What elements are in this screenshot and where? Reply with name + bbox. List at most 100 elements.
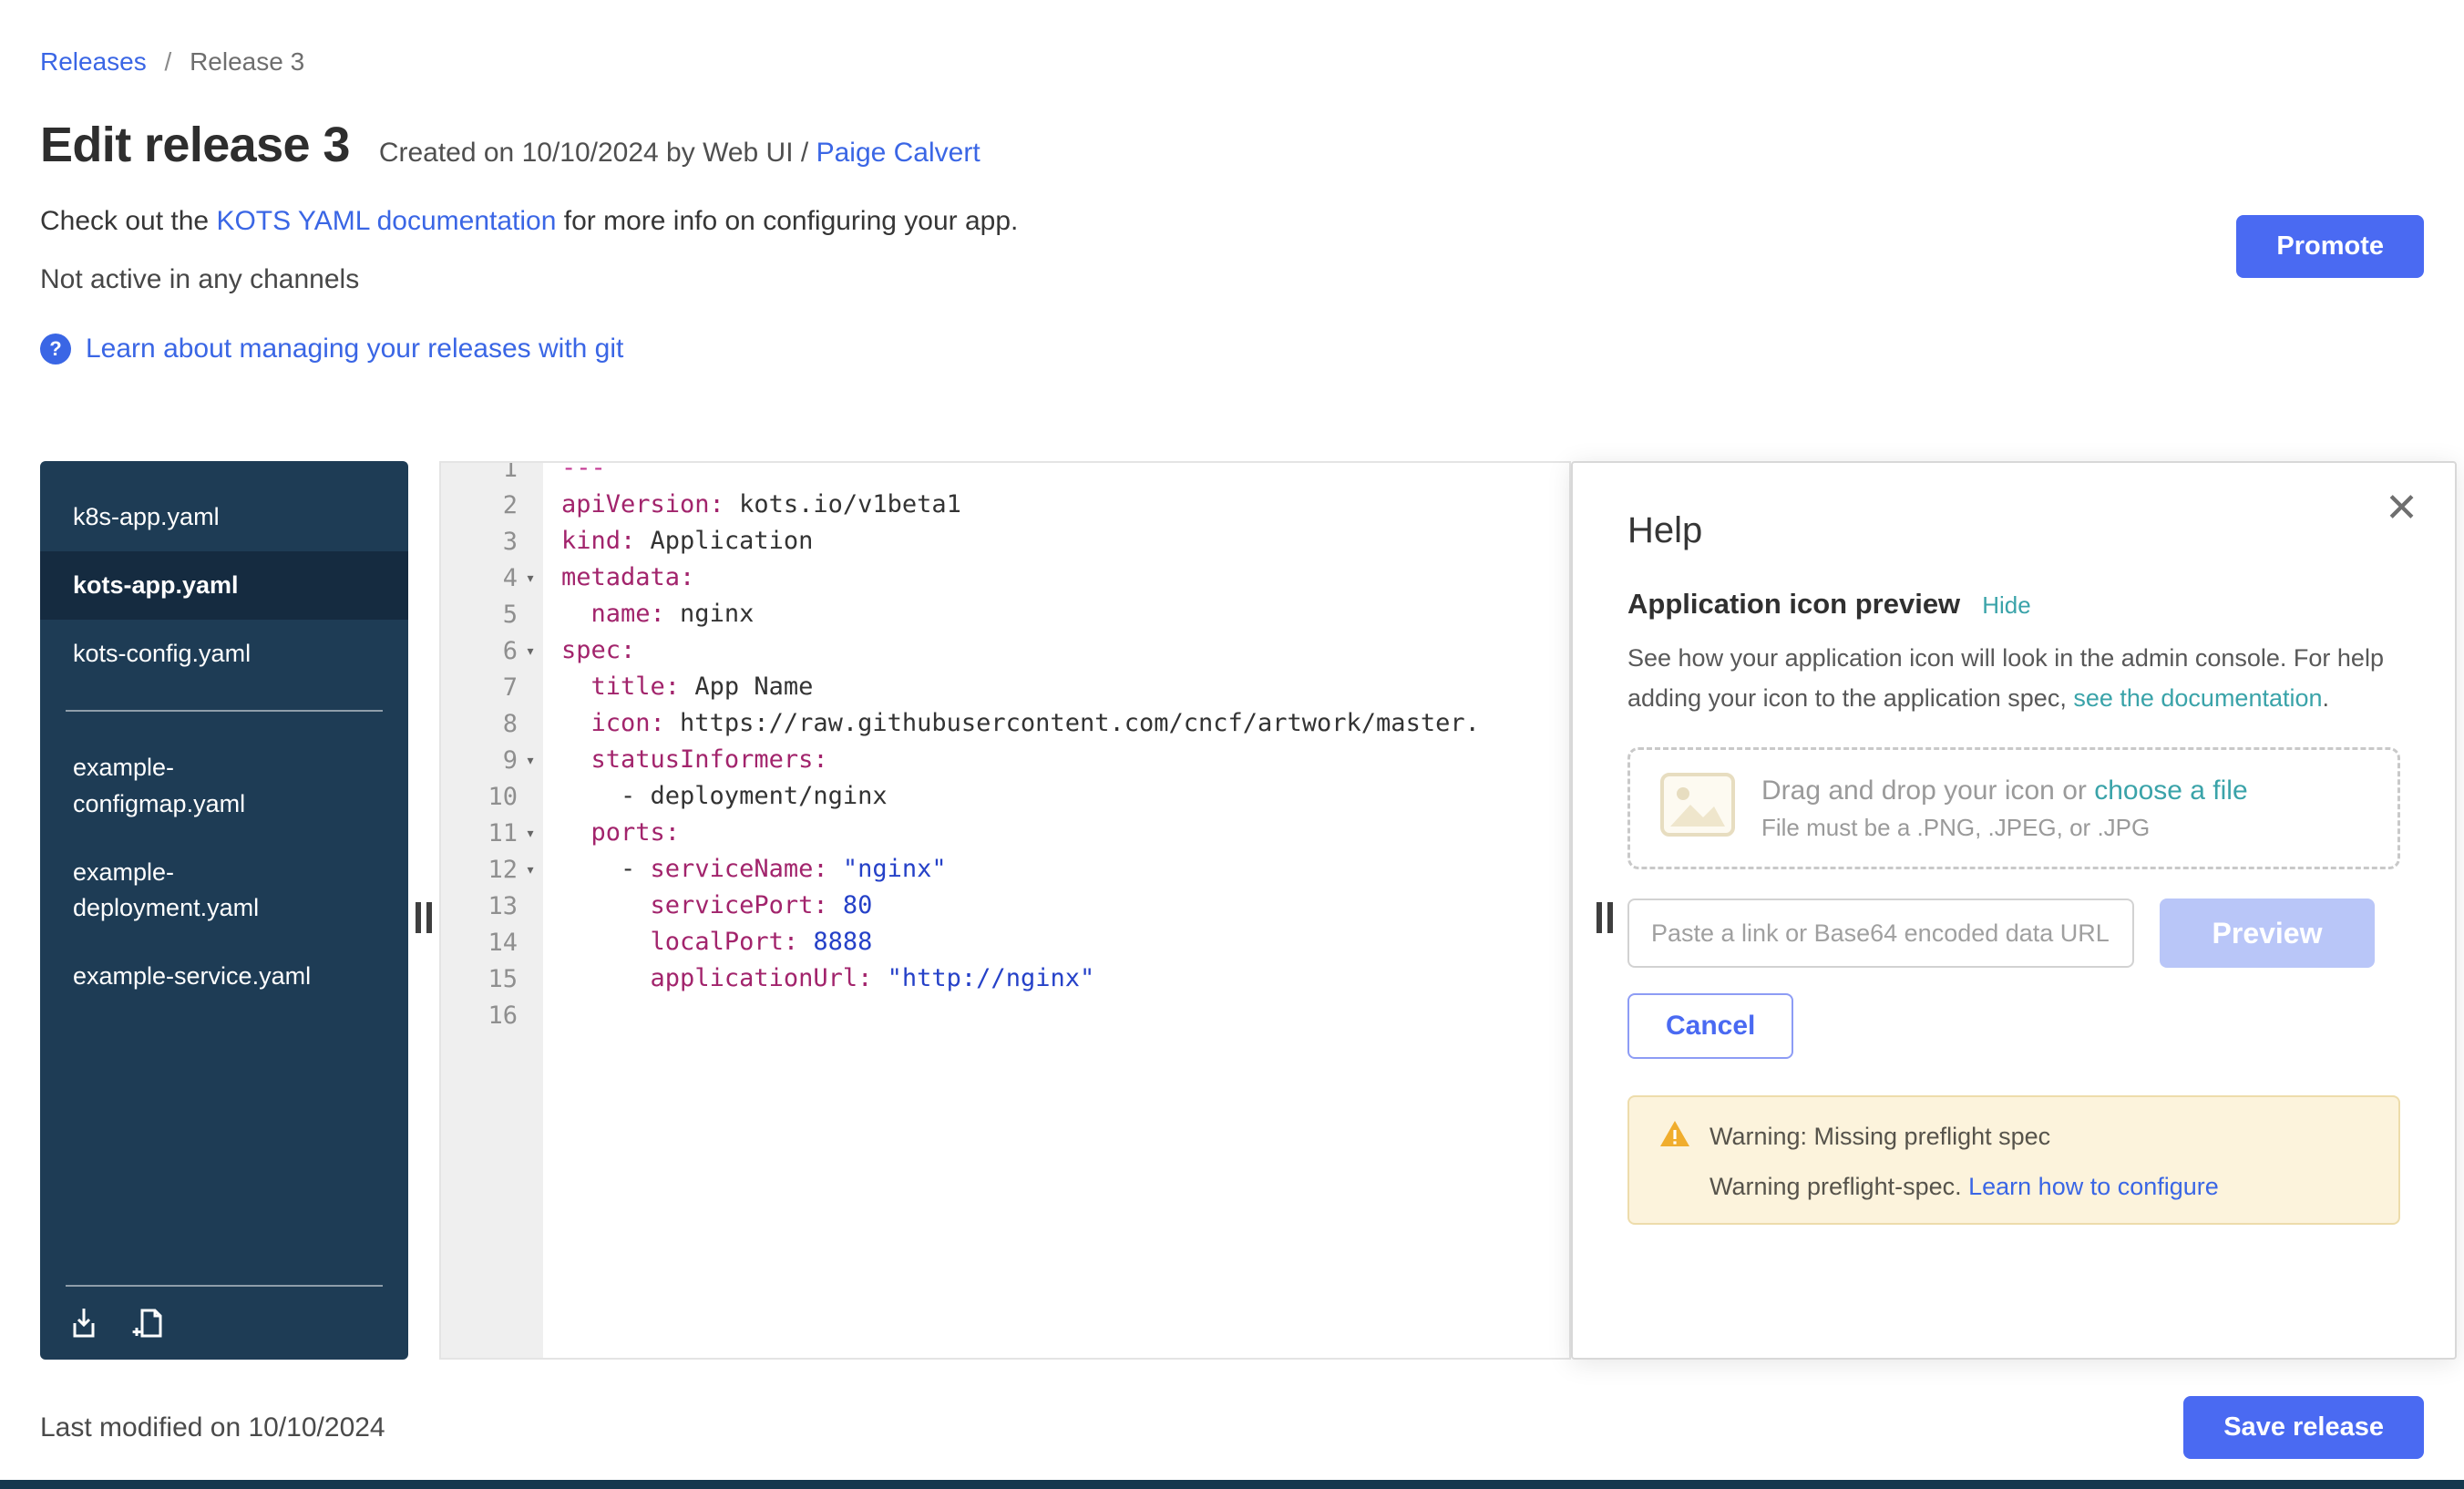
line-number-9[interactable]: 9▾ — [441, 742, 543, 778]
hide-link[interactable]: Hide — [1982, 591, 2030, 620]
line-number-3[interactable]: 3 — [441, 523, 543, 560]
file-list: k8s-app.yamlkots-app.yamlkots-config.yam… — [40, 483, 408, 1011]
import-file-icon[interactable] — [66, 1305, 102, 1341]
preview-button[interactable]: Preview — [2160, 899, 2375, 968]
kots-docs-link[interactable]: KOTS YAML documentation — [216, 206, 556, 236]
desc-suffix: . — [2323, 684, 2330, 712]
git-help-row: ? Learn about managing your releases wit… — [40, 334, 2424, 365]
code-line-1[interactable]: --- — [561, 463, 1569, 487]
code-line-3[interactable]: kind: Application — [561, 523, 1569, 560]
line-number-12[interactable]: 12▾ — [441, 851, 543, 888]
new-file-icon[interactable] — [131, 1305, 168, 1341]
code-line-9[interactable]: statusInformers: — [561, 742, 1569, 778]
fold-caret-icon[interactable]: ▾ — [518, 860, 543, 879]
file-item-kots-config.yaml[interactable]: kots-config.yaml — [40, 620, 408, 688]
code-line-6[interactable]: spec: — [561, 632, 1569, 669]
line-number-11[interactable]: 11▾ — [441, 815, 543, 851]
line-number-4[interactable]: 4▾ — [441, 560, 543, 596]
see-documentation-link[interactable]: see the documentation — [2073, 684, 2322, 712]
created-meta: Created on 10/10/2024 by Web UI / Paige … — [379, 138, 980, 169]
last-modified: Last modified on 10/10/2024 — [40, 1412, 385, 1443]
bottom-strip — [0, 1480, 2464, 1489]
title-row: Edit release 3 Created on 10/10/2024 by … — [40, 117, 2424, 173]
icon-dropzone[interactable]: Drag and drop your icon or choose a file… — [1627, 747, 2400, 869]
code-line-7[interactable]: title: App Name — [561, 669, 1569, 705]
icon-preview-description: See how your application icon will look … — [1627, 639, 2400, 718]
line-number-13[interactable]: 13 — [441, 888, 543, 924]
breadcrumb-releases-link[interactable]: Releases — [40, 47, 147, 76]
line-number-7[interactable]: 7 — [441, 669, 543, 705]
file-item-example-configmap.yaml[interactable]: example-configmap.yaml — [40, 734, 408, 837]
question-circle-icon: ? — [40, 334, 71, 365]
file-item-k8s-app.yaml[interactable]: k8s-app.yaml — [40, 483, 408, 551]
code-line-16[interactable] — [561, 997, 1569, 1033]
fold-caret-icon[interactable]: ▾ — [518, 824, 543, 843]
code-line-2[interactable]: apiVersion: kots.io/v1beta1 — [561, 487, 1569, 523]
configure-preflight-link[interactable]: Learn how to configure — [1968, 1173, 2219, 1200]
fold-caret-icon[interactable]: ▾ — [518, 569, 543, 588]
code-line-5[interactable]: name: nginx — [561, 596, 1569, 632]
docs-prefix: Check out the — [40, 206, 216, 236]
help-panel: ✕ Help Application icon preview Hide See… — [1571, 461, 2457, 1360]
warning-text: Warning: Missing preflight spec — [1709, 1123, 2050, 1151]
breadcrumb-current: Release 3 — [190, 47, 304, 76]
file-list-divider — [66, 710, 383, 712]
icon-url-input[interactable] — [1627, 899, 2134, 968]
yaml-editor[interactable]: 1234▾56▾789▾1011▾12▾13141516 ---apiVersi… — [439, 461, 1571, 1360]
release-editor-app: Releases / Release 3 Edit release 3 Crea… — [0, 0, 2464, 1489]
file-item-example-deployment.yaml[interactable]: example-deployment.yaml — [40, 838, 408, 942]
created-text: Created on 10/10/2024 by Web UI / — [379, 138, 816, 168]
choose-file-link[interactable]: choose a file — [2094, 775, 2247, 806]
line-number-14[interactable]: 14 — [441, 924, 543, 960]
cancel-button[interactable]: Cancel — [1627, 993, 1793, 1059]
line-number-2[interactable]: 2 — [441, 487, 543, 523]
image-placeholder-icon — [1659, 772, 1736, 845]
close-icon[interactable]: ✕ — [2385, 488, 2418, 529]
file-type-hint: File must be a .PNG, .JPEG, or .JPG — [1761, 814, 2248, 842]
code-line-8[interactable]: icon: https://raw.githubusercontent.com/… — [561, 705, 1569, 742]
code-line-13[interactable]: servicePort: 80 — [561, 888, 1569, 924]
page-title: Edit release 3 — [40, 117, 350, 173]
file-item-kots-app.yaml[interactable]: kots-app.yaml — [40, 551, 408, 620]
code-line-15[interactable]: applicationUrl: "http://nginx" — [561, 960, 1569, 997]
icon-url-row: Preview — [1627, 899, 2400, 968]
panel-resize-handle[interactable] — [1596, 902, 1613, 933]
breadcrumb: Releases / Release 3 — [40, 0, 2424, 77]
line-number-16[interactable]: 16 — [441, 997, 543, 1033]
code-line-10[interactable]: - deployment/nginx — [561, 778, 1569, 815]
sidebar-actions — [66, 1285, 383, 1341]
line-number-8[interactable]: 8 — [441, 705, 543, 742]
line-number-5[interactable]: 5 — [441, 596, 543, 632]
icon-preview-title: Application icon preview — [1627, 588, 1960, 621]
code-line-4[interactable]: metadata: — [561, 560, 1569, 596]
code-line-12[interactable]: - serviceName: "nginx" — [561, 851, 1569, 888]
git-help-link[interactable]: Learn about managing your releases with … — [86, 334, 623, 365]
breadcrumb-separator: / — [165, 47, 172, 76]
save-release-button[interactable]: Save release — [2183, 1396, 2424, 1459]
icon-preview-header: Application icon preview Hide — [1627, 588, 2400, 621]
fold-caret-icon[interactable]: ▾ — [518, 642, 543, 661]
line-number-10[interactable]: 10 — [441, 778, 543, 815]
help-title: Help — [1627, 510, 2400, 551]
docs-line: Check out the KOTS YAML documentation fo… — [40, 206, 2424, 237]
workspace: k8s-app.yamlkots-app.yamlkots-config.yam… — [0, 461, 2464, 1360]
line-number-1[interactable]: 1 — [441, 463, 543, 487]
line-number-15[interactable]: 15 — [441, 960, 543, 997]
file-item-example-service.yaml[interactable]: example-service.yaml — [40, 942, 408, 1011]
editor-code-area[interactable]: ---apiVersion: kots.io/v1beta1kind: Appl… — [543, 463, 1569, 1358]
dropzone-text: Drag and drop your icon or choose a file… — [1761, 775, 2248, 842]
dropzone-label: Drag and drop your icon or — [1761, 775, 2094, 806]
code-line-14[interactable]: localPort: 8888 — [561, 924, 1569, 960]
footer: Last modified on 10/10/2024 Save release — [40, 1396, 2424, 1459]
warning-triangle-icon — [1658, 1119, 1691, 1155]
sidebar-resize-handle[interactable] — [416, 902, 432, 933]
channel-status: Not active in any channels — [40, 264, 2424, 295]
code-line-11[interactable]: ports: — [561, 815, 1569, 851]
promote-button[interactable]: Promote — [2236, 215, 2424, 278]
author-link[interactable]: Paige Calvert — [816, 138, 980, 168]
line-number-6[interactable]: 6▾ — [441, 632, 543, 669]
fold-caret-icon[interactable]: ▾ — [518, 751, 543, 770]
warning-detail: Warning preflight-spec. — [1709, 1173, 1968, 1200]
file-sidebar: k8s-app.yamlkots-app.yamlkots-config.yam… — [40, 461, 408, 1360]
warning-box: Warning: Missing preflight spec Warning … — [1627, 1095, 2400, 1225]
